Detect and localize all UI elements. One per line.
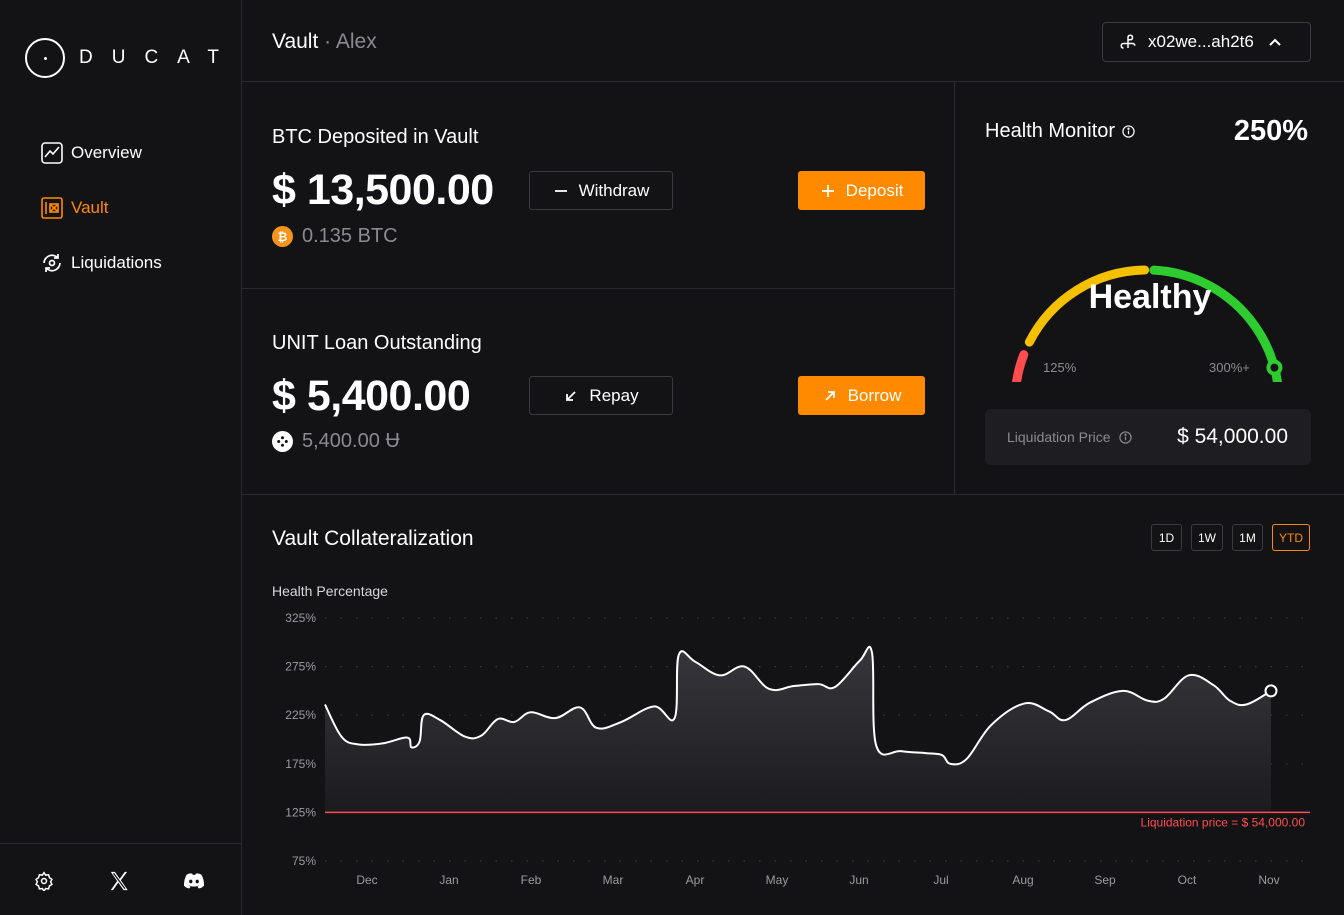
health-monitor-card: Health Monitor 250% Healthy 125% 300%+ L… [954, 82, 1344, 495]
nav-item-label: Liquidations [71, 253, 162, 272]
x-tick-label: Oct [1178, 873, 1197, 887]
loan-card-title: UNIT Loan Outstanding [272, 332, 482, 354]
nav-item-label: Vault [71, 198, 109, 217]
x-tick-label: Jul [933, 873, 948, 887]
nav-item-liquidations[interactable]: Liquidations [40, 248, 162, 278]
deposit-label: Deposit [845, 180, 904, 200]
btc-card-title: BTC Deposited in Vault [272, 126, 479, 148]
x-tick-label: Apr [686, 873, 705, 887]
page-title-main: Vault [272, 30, 319, 53]
btc-amount-text: 0.135 BTC [302, 225, 398, 247]
x-tick-label: Feb [521, 873, 542, 887]
main-nav: Overview Vault Liquidations [40, 138, 162, 303]
withdraw-button[interactable]: Withdraw [529, 171, 673, 210]
wallet-icon [1119, 33, 1137, 51]
y-tick-label: 225% [285, 708, 316, 722]
x-tick-label: Aug [1012, 873, 1033, 887]
plus-icon [820, 183, 836, 199]
y-tick-label: 175% [285, 757, 316, 771]
borrow-label: Borrow [847, 385, 902, 405]
withdraw-label: Withdraw [578, 180, 650, 200]
x-twitter-icon[interactable] [108, 870, 130, 892]
current-value-marker[interactable] [1264, 684, 1278, 698]
loan-outstanding-card: UNIT Loan Outstanding $ 5,400.00 5,400.0… [242, 289, 954, 495]
loan-sub-amount: 5,400.00 Ʉ [272, 430, 400, 453]
liquidation-price-label-text: Liquidation Price [1007, 429, 1111, 445]
x-tick-label: Nov [1258, 873, 1279, 887]
y-tick-label: 75% [292, 854, 316, 868]
nav-item-overview[interactable]: Overview [40, 138, 162, 168]
gauge-min-label: 125% [1043, 360, 1077, 375]
sidebar: DUCAT Overview Vault Liquidations [0, 0, 242, 915]
health-percentage-chart: 325% 275% 225% 175% 125% 75% Dec Jan Feb Mar Apr Ma… [285, 611, 1310, 887]
y-tick-label: 125% [285, 805, 316, 819]
liquidation-price-label: Liquidation Price [1007, 429, 1132, 445]
bitcoin-icon: ₿ [272, 226, 293, 247]
gauge-max-label: 300%+ [1209, 360, 1250, 375]
liquidation-price-value: $ 54,000.00 [1177, 425, 1288, 448]
minus-icon [553, 183, 569, 199]
wallet-button[interactable]: x02we...ah2t6 [1102, 22, 1311, 62]
top-bar: Vault · Alex x02we...ah2t6 [242, 0, 1344, 82]
vault-icon [40, 196, 64, 220]
loan-amount: $ 5,400.00 [272, 372, 471, 420]
logo[interactable]: DUCAT [25, 38, 238, 78]
unit-token-icon [272, 431, 293, 452]
info-icon[interactable] [1118, 430, 1132, 444]
title-separator: · [324, 30, 332, 53]
vault-collateralization-card: Vault Collateralization 1D 1W 1M YTD Hea… [242, 495, 1344, 915]
btc-deposit-card: BTC Deposited in Vault $ 13,500.00 ₿ 0.1… [242, 82, 954, 289]
unit-amount-text: 5,400.00 Ʉ [302, 430, 400, 452]
liquidation-price-box: Liquidation Price $ 54,000.00 [985, 409, 1311, 465]
health-status: Healthy [1088, 278, 1212, 316]
repay-label: Repay [589, 385, 639, 405]
y-tick-label: 325% [285, 611, 316, 625]
chevron-up-icon [1268, 37, 1282, 47]
gauge-marker-center [1270, 363, 1279, 372]
x-tick-label: Jan [439, 873, 458, 887]
repay-button[interactable]: Repay [529, 376, 673, 415]
health-gauge [1012, 265, 1283, 382]
refresh-cycle-icon [40, 251, 64, 275]
arrow-down-left-icon [563, 388, 579, 404]
x-tick-label: Dec [356, 873, 377, 887]
x-tick-label: Jun [849, 873, 868, 887]
chart-line-icon [40, 141, 64, 165]
sidebar-footer [0, 843, 241, 915]
y-tick-label: 275% [285, 660, 316, 674]
chart-area-fill [325, 646, 1271, 813]
gear-icon[interactable] [33, 870, 55, 892]
x-tick-label: Sep [1094, 873, 1116, 887]
x-tick-label: Mar [603, 873, 624, 887]
btc-deposit-amount: $ 13,500.00 [272, 166, 494, 214]
nav-item-label: Overview [71, 143, 142, 162]
page-title-subtitle: Alex [335, 30, 377, 53]
wallet-address: x02we...ah2t6 [1148, 32, 1254, 51]
x-tick-label: May [766, 873, 789, 887]
nav-item-vault[interactable]: Vault [40, 193, 162, 223]
brand-name: DUCAT [79, 47, 239, 68]
logo-mark-icon [25, 38, 65, 78]
borrow-button[interactable]: Borrow [798, 376, 925, 415]
arrow-up-right-icon [822, 388, 838, 404]
page-title: Vault · Alex [272, 30, 377, 54]
deposit-button[interactable]: Deposit [798, 171, 925, 210]
discord-icon[interactable] [183, 870, 205, 892]
liquidation-threshold-label: Liquidation price = $ 54,000.00 [1141, 815, 1306, 829]
btc-sub-amount: ₿ 0.135 BTC [272, 225, 398, 248]
gauge-danger-segment [1012, 350, 1029, 382]
